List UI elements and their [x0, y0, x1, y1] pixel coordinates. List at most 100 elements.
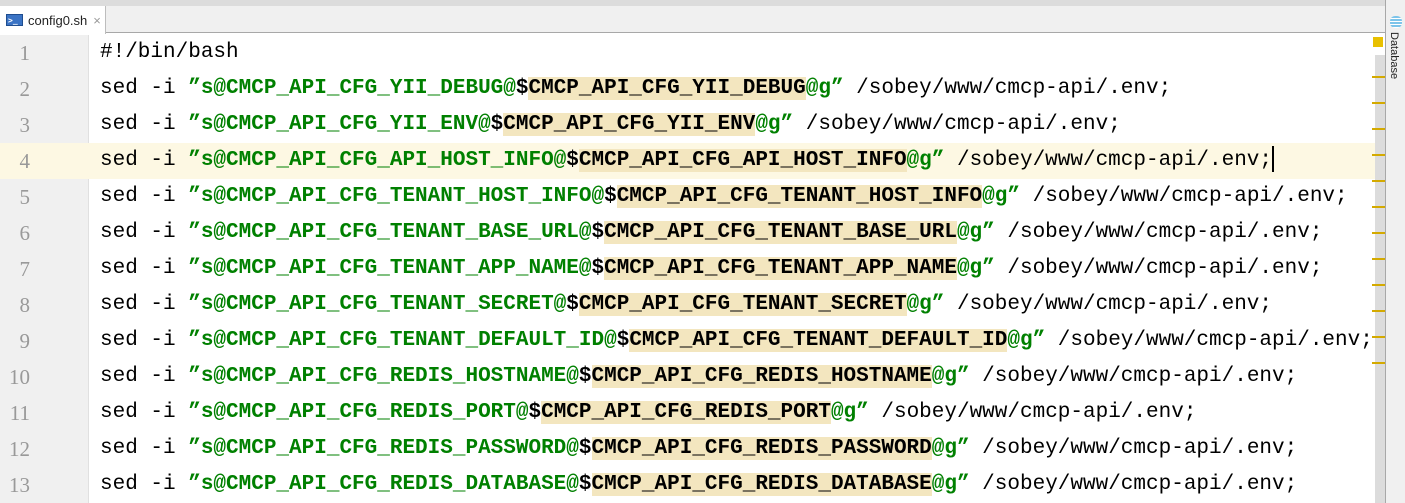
variable-name: CMCP_API_CFG_REDIS_HOSTNAME [591, 365, 932, 388]
code-line[interactable]: 10 sed -i ”s@CMCP_API_CFG_REDIS_HOSTNAME@… [0, 359, 1375, 395]
variable-name: CMCP_API_CFG_REDIS_PORT [541, 401, 831, 424]
code-line[interactable]: 5 sed -i ”s@CMCP_API_CFG_TENANT_HOST_INFO… [0, 179, 1375, 215]
string-open: ”s@CMCP_API_CFG_REDIS_PORT@ [188, 401, 529, 424]
string-open: ”s@CMCP_API_CFG_API_HOST_INFO@ [188, 149, 567, 172]
string-close: @g” [1007, 329, 1046, 352]
command: sed -i [100, 437, 189, 460]
line-code: sed -i ”s@CMCP_API_CFG_API_HOST_INFO@$CM… [100, 143, 1275, 179]
dollar-sign: $ [578, 365, 592, 388]
line-number: 5 [19, 185, 31, 209]
line-code: sed -i ”s@CMCP_API_CFG_TENANT_BASE_URL@$… [100, 215, 1322, 251]
line-number: 4 [19, 149, 31, 173]
line-number: 8 [19, 293, 31, 317]
scrollbar-warning-marker[interactable] [1372, 258, 1385, 260]
command: sed -i [100, 473, 189, 496]
variable-name: CMCP_API_CFG_TENANT_DEFAULT_ID [629, 329, 1008, 352]
string-open: ”s@CMCP_API_CFG_REDIS_HOSTNAME@ [188, 365, 579, 388]
variable-name: CMCP_API_CFG_TENANT_BASE_URL [604, 221, 957, 244]
scrollbar-warning-marker[interactable] [1372, 310, 1385, 312]
code-line[interactable]: 12 sed -i ”s@CMCP_API_CFG_REDIS_PASSWORD@… [0, 431, 1375, 467]
scrollbar-warning-marker[interactable] [1372, 76, 1385, 78]
scrollbar-warning-marker[interactable] [1372, 154, 1385, 156]
variable-name: CMCP_API_CFG_TENANT_SECRET [578, 293, 907, 316]
close-icon[interactable]: × [93, 13, 101, 28]
code-line[interactable]: 8 sed -i ”s@CMCP_API_CFG_TENANT_SECRET@$C… [0, 287, 1375, 323]
line-number: 13 [9, 473, 30, 497]
line-code: sed -i ”s@CMCP_API_CFG_REDIS_DATABASE@$C… [100, 467, 1297, 503]
scrollbar-warning-marker[interactable] [1372, 180, 1385, 182]
scrollbar-warning-marker[interactable] [1372, 232, 1385, 234]
command: sed -i [100, 185, 189, 208]
text-caret [1272, 146, 1275, 173]
file-path: /sobey/www/cmcp-api/.env; [843, 77, 1172, 100]
dollar-sign: $ [528, 401, 542, 424]
file-path: /sobey/www/cmcp-api/.env; [944, 293, 1273, 316]
line-number: 11 [9, 401, 30, 425]
code-line[interactable]: 4 sed -i ”s@CMCP_API_CFG_API_HOST_INFO@$C… [0, 143, 1375, 179]
string-close: @g” [931, 437, 970, 460]
string-open: ”s@CMCP_API_CFG_TENANT_APP_NAME@ [188, 257, 592, 280]
string-close: @g” [830, 401, 869, 424]
dollar-sign: $ [591, 257, 605, 280]
scrollbar-warning-marker[interactable] [1372, 362, 1385, 364]
database-side-panel[interactable]: Database [1385, 0, 1405, 503]
dollar-sign: $ [566, 293, 579, 316]
file-path: /sobey/www/cmcp-api/.env; [1045, 329, 1373, 352]
file-path: /sobey/www/cmcp-api/.env; [994, 257, 1323, 280]
string-open: ”s@CMCP_API_CFG_REDIS_DATABASE@ [188, 473, 579, 496]
code-line[interactable]: 2 sed -i ”s@CMCP_API_CFG_YII_DEBUG@$CMCP_… [0, 71, 1375, 107]
string-close: @g” [982, 185, 1020, 208]
line-code: sed -i ”s@CMCP_API_CFG_REDIS_PASSWORD@$C… [100, 431, 1297, 467]
code-line[interactable]: 6 sed -i ”s@CMCP_API_CFG_TENANT_BASE_URL@… [0, 215, 1375, 251]
inspection-status-icon[interactable] [1373, 37, 1383, 47]
file-path: /sobey/www/cmcp-api/.env; [969, 437, 1298, 460]
variable-name: CMCP_API_CFG_YII_DEBUG [528, 77, 806, 100]
code-line[interactable]: 11 sed -i ”s@CMCP_API_CFG_REDIS_PORT@$CMC… [0, 395, 1375, 431]
command: sed -i [100, 149, 189, 172]
command: sed -i [100, 365, 189, 388]
line-code: sed -i ”s@CMCP_API_CFG_TENANT_DEFAULT_ID… [100, 323, 1373, 359]
string-open: ”s@CMCP_API_CFG_TENANT_SECRET@ [188, 293, 567, 316]
code-line[interactable]: 9 sed -i ”s@CMCP_API_CFG_TENANT_DEFAULT_I… [0, 323, 1375, 359]
line-number: 12 [9, 437, 30, 461]
string-close: @g” [906, 149, 945, 172]
string-open: ”s@CMCP_API_CFG_TENANT_BASE_URL@ [188, 221, 592, 244]
code-line[interactable]: 7 sed -i ”s@CMCP_API_CFG_TENANT_APP_NAME@… [0, 251, 1375, 287]
variable-name: CMCP_API_CFG_API_HOST_INFO [578, 149, 907, 172]
scrollbar-warning-marker[interactable] [1372, 336, 1385, 338]
string-close: @g” [755, 113, 794, 136]
command: sed -i [100, 221, 189, 244]
line-code: #!/bin/bash [100, 35, 239, 71]
vertical-scrollbar[interactable] [1375, 55, 1385, 503]
database-panel-label: Database [1388, 32, 1400, 80]
dollar-sign: $ [578, 473, 592, 496]
scrollbar-warning-marker[interactable] [1372, 102, 1385, 104]
scrollbar-warning-marker[interactable] [1372, 284, 1385, 286]
code-line[interactable]: 3 sed -i ”s@CMCP_API_CFG_YII_ENV@$CMCP_AP… [0, 107, 1375, 143]
line-code: sed -i ”s@CMCP_API_CFG_YII_DEBUG@$CMCP_A… [100, 71, 1171, 107]
code-line[interactable]: 1 #!/bin/bash [0, 35, 1375, 71]
line-code: sed -i ”s@CMCP_API_CFG_TENANT_HOST_INFO@… [100, 179, 1348, 215]
variable-name: CMCP_API_CFG_REDIS_PASSWORD [591, 437, 932, 460]
variable-name: CMCP_API_CFG_TENANT_HOST_INFO [616, 185, 983, 208]
string-open: ”s@CMCP_API_CFG_YII_ENV@ [188, 113, 491, 136]
file-path: /sobey/www/cmcp-api/.env; [944, 149, 1273, 172]
file-path: /sobey/www/cmcp-api/.env; [969, 365, 1298, 388]
dollar-sign: $ [578, 437, 592, 460]
line-number: 6 [19, 221, 31, 245]
scrollbar-warning-marker[interactable] [1372, 128, 1385, 130]
string-open: ”s@CMCP_API_CFG_REDIS_PASSWORD@ [188, 437, 579, 460]
line-number: 3 [19, 113, 31, 137]
command: sed -i [100, 77, 189, 100]
line-number: 7 [19, 257, 31, 281]
dollar-sign: $ [591, 221, 605, 244]
code-line[interactable]: 13 sed -i ”s@CMCP_API_CFG_REDIS_DATABASE@… [0, 467, 1375, 503]
line-number: 9 [19, 329, 31, 353]
tab-config0-sh[interactable]: >_ config0.sh × [0, 6, 106, 34]
code-editor[interactable]: 1 #!/bin/bash 2 sed -i ”s@CMCP_API_CFG_YII_… [0, 35, 1375, 503]
file-path: /sobey/www/cmcp-api/.env; [1019, 185, 1348, 208]
line-code: sed -i ”s@CMCP_API_CFG_TENANT_APP_NAME@$… [100, 251, 1322, 287]
string-close: @g” [956, 221, 995, 244]
string-close: @g” [931, 365, 970, 388]
scrollbar-warning-marker[interactable] [1372, 206, 1385, 208]
